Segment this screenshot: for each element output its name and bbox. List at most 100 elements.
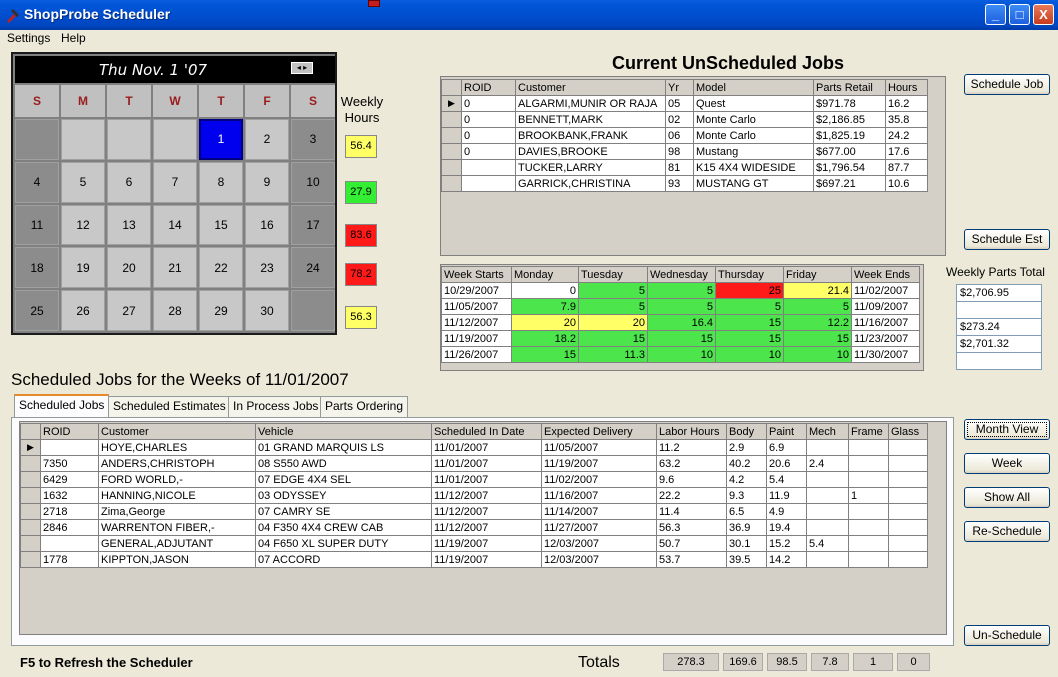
calendar-day-cell[interactable]: 11 [15,204,59,246]
day-load-cell[interactable]: 15 [511,346,579,363]
menu-help[interactable]: Help [61,31,86,45]
calendar-day-cell[interactable]: 3 [291,119,335,160]
scheduled-row[interactable]: ▶ HOYE,CHARLES 01 GRAND MARQUIS LS 11/01/20… [20,439,928,456]
scheduled-row[interactable]: 7350 ANDERS,CHRISTOPH 08 S550 AWD 11/01/200… [20,455,928,472]
calendar-day-cell[interactable]: 18 [15,247,59,289]
calendar-day-cell[interactable]: 7 [153,161,197,203]
row-selector[interactable] [20,551,41,568]
unschedule-button[interactable]: Un-Schedule [964,625,1050,646]
month-view-button[interactable]: Month View [964,419,1050,440]
day-load-cell[interactable]: 11.3 [578,346,648,363]
unscheduled-row[interactable]: GARRICK,CHRISTINA 93 MUSTANG GT $697.21 10.6 [441,175,928,192]
unscheduled-jobs-grid[interactable]: ROID Customer Yr Model Parts Retail Hours ▶ 0 A… [440,76,946,256]
scheduled-column-header[interactable]: Glass [888,423,928,440]
weekly-parts-total-field[interactable]: $2,701.32 [956,335,1042,353]
scheduled-column-header[interactable]: Expected Delivery [541,423,657,440]
week-row[interactable]: 10/29/2007 0 5 5 25 21.4 11/02/2007 [441,282,920,299]
tab-in-process-jobs[interactable]: In Process Jobs [228,396,324,417]
calendar-day-cell[interactable]: 13 [107,204,151,246]
row-selector[interactable] [20,487,41,504]
scheduled-row[interactable]: 1632 HANNING,NICOLE 03 ODYSSEY 11/12/2007 11… [20,487,928,504]
day-load-cell[interactable]: 5 [783,298,852,315]
scheduled-row[interactable]: 2846 WARRENTON FIBER,- 04 F350 4X4 CREW CA… [20,519,928,536]
calendar-day-cell[interactable] [61,119,105,160]
scheduled-column-header[interactable]: Paint [766,423,807,440]
unscheduled-column-header[interactable]: Hours [885,79,928,96]
calendar-day-cell[interactable]: 27 [107,290,151,331]
calendar-day-cell[interactable]: 26 [61,290,105,331]
scheduled-column-header[interactable]: Vehicle [255,423,432,440]
calendar-day-cell[interactable]: 17 [291,204,335,246]
day-load-cell[interactable]: 7.9 [511,298,579,315]
menu-settings[interactable]: Settings [7,31,50,45]
unscheduled-column-header[interactable]: ROID [461,79,516,96]
scheduled-row[interactable]: 6429 FORD WORLD,- 07 EDGE 4X4 SEL 11/01/200… [20,471,928,488]
unscheduled-row[interactable]: ▶ 0 ALGARMI,MUNIR OR RAJA 05 Quest $971.78 16.… [441,95,928,112]
unscheduled-column-header[interactable]: Parts Retail [813,79,886,96]
day-load-cell[interactable]: 5 [715,298,784,315]
week-row[interactable]: 11/05/2007 7.9 5 5 5 5 11/09/2007 [441,298,920,315]
unscheduled-row[interactable]: 0 DAVIES,BROOKE 98 Mustang $677.00 17.6 [441,143,928,160]
calendar-day-cell[interactable]: 1 [199,119,243,160]
day-load-cell[interactable]: 20 [578,314,648,331]
row-selector[interactable] [441,175,462,192]
reschedule-button[interactable]: Re-Schedule [964,521,1050,542]
row-selector[interactable] [20,455,41,472]
tab-scheduled-jobs[interactable]: Scheduled Jobs [14,394,110,418]
day-load-cell[interactable]: 5 [578,282,648,299]
day-load-cell[interactable]: 0 [511,282,579,299]
scheduled-column-header[interactable]: Frame [848,423,889,440]
calendar-day-cell[interactable] [291,290,335,331]
scheduled-column-header[interactable]: Customer [98,423,256,440]
calendar-day-cell[interactable]: 20 [107,247,151,289]
day-load-cell[interactable]: 15 [578,330,648,347]
calendar-day-cell[interactable]: 15 [199,204,243,246]
day-load-cell[interactable]: 15 [715,330,784,347]
calendar-nav-arrows[interactable]: ◂ ▸ [291,62,313,74]
row-selector[interactable] [20,519,41,536]
unscheduled-column-header[interactable]: Yr [665,79,694,96]
calendar-day-cell[interactable]: 19 [61,247,105,289]
scheduled-column-header[interactable]: Mech [806,423,849,440]
calendar-day-cell[interactable]: 29 [199,290,243,331]
day-load-cell[interactable]: 15 [715,314,784,331]
calendar-day-cell[interactable]: 8 [199,161,243,203]
calendar-day-cell[interactable]: 25 [15,290,59,331]
maximize-button[interactable]: □ [1009,4,1030,25]
scheduled-column-header[interactable]: Body [726,423,767,440]
calendar-day-cell[interactable]: 23 [245,247,289,289]
day-load-cell[interactable]: 20 [511,314,579,331]
scheduled-row[interactable]: GENERAL,ADJUTANT 04 F650 XL SUPER DUTY 11/… [20,535,928,552]
calendar-day-cell[interactable]: 12 [61,204,105,246]
day-load-cell[interactable]: 15 [783,330,852,347]
calendar-day-cell[interactable]: 30 [245,290,289,331]
row-selector[interactable] [441,159,462,176]
week-row[interactable]: 11/26/2007 15 11.3 10 10 10 11/30/2007 [441,346,920,363]
week-row[interactable]: 11/12/2007 20 20 16.4 15 12.2 11/16/2007 [441,314,920,331]
day-load-cell[interactable]: 10 [783,346,852,363]
calendar-day-cell[interactable]: 28 [153,290,197,331]
calendar-day-cell[interactable]: 2 [245,119,289,160]
row-selector[interactable] [441,127,462,144]
calendar-day-cell[interactable]: 22 [199,247,243,289]
day-load-cell[interactable]: 12.2 [783,314,852,331]
day-load-cell[interactable]: 18.2 [511,330,579,347]
calendar-day-cell[interactable]: 5 [61,161,105,203]
calendar-day-cell[interactable]: 6 [107,161,151,203]
day-load-cell[interactable]: 5 [647,282,716,299]
calendar-day-cell[interactable]: 4 [15,161,59,203]
row-selector[interactable]: ▶ [20,439,41,456]
calendar-day-cell[interactable] [15,119,59,160]
row-selector[interactable] [441,111,462,128]
title-bar[interactable]: ShopProbe Scheduler _ □ X [0,0,1058,30]
tab-scheduled-estimates[interactable]: Scheduled Estimates [108,396,231,417]
row-selector[interactable]: ▶ [441,95,462,112]
day-load-cell[interactable]: 16.4 [647,314,716,331]
day-load-cell[interactable]: 5 [647,298,716,315]
day-load-cell[interactable]: 5 [578,298,648,315]
unscheduled-row[interactable]: 0 BENNETT,MARK 02 Monte Carlo $2,186.85 35.8 [441,111,928,128]
day-load-cell[interactable]: 21.4 [783,282,852,299]
calendar-day-cell[interactable]: 24 [291,247,335,289]
calendar-day-cell[interactable]: 16 [245,204,289,246]
day-load-cell[interactable]: 25 [715,282,784,299]
